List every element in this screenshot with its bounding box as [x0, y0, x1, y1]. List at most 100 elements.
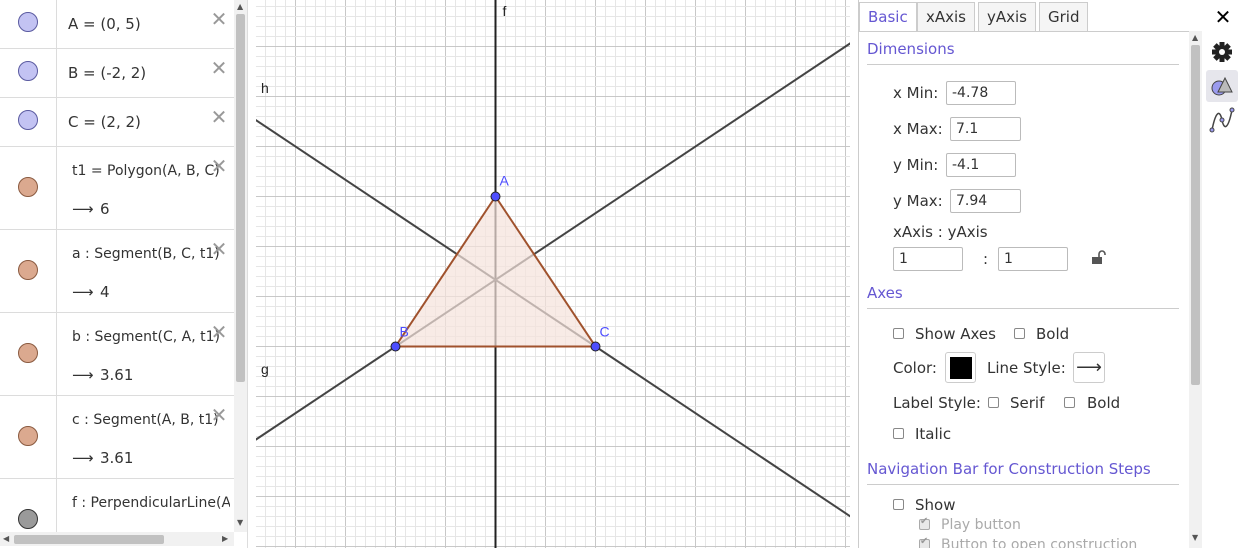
visibility-toggle[interactable]: [0, 0, 57, 48]
divider: [867, 484, 1179, 485]
visibility-toggle[interactable]: [0, 49, 57, 97]
delete-icon[interactable]: ✕: [210, 405, 228, 425]
bold-label-checkbox[interactable]: [1064, 397, 1075, 408]
point-C[interactable]: [590, 341, 601, 352]
color-picker-button[interactable]: [945, 352, 976, 383]
delete-icon[interactable]: ✕: [210, 9, 228, 29]
visibility-toggle[interactable]: [0, 313, 57, 395]
visibility-toggle[interactable]: [0, 147, 57, 229]
scroll-up-icon[interactable]: ▲: [237, 2, 243, 11]
delete-icon[interactable]: ✕: [210, 58, 228, 78]
algebra-item-B[interactable]: B = (-2, 2) ✕: [0, 49, 234, 98]
tab-xaxis[interactable]: xAxis: [917, 2, 975, 31]
algebra-definition[interactable]: b : Segment(C, A, t1): [72, 329, 230, 345]
properties-side-rail: ✕: [1202, 0, 1242, 548]
point-marble-icon[interactable]: [18, 110, 38, 130]
algebra-vertical-scrollbar[interactable]: ▲ ▼: [234, 0, 247, 532]
graphics-view[interactable]: A B C f g h: [256, 0, 850, 548]
algebra-item-b[interactable]: b : Segment(C, A, t1) ⟶ 3.61 ✕: [0, 313, 234, 396]
settings-button[interactable]: [1206, 36, 1238, 68]
tab-basic[interactable]: Basic: [859, 2, 917, 32]
line-label-h[interactable]: h: [261, 80, 269, 96]
unlock-icon[interactable]: [1091, 249, 1107, 265]
open-construction-label: Button to open construction: [941, 537, 1138, 548]
point-marble-icon[interactable]: [18, 61, 38, 81]
scroll-thumb[interactable]: [1191, 45, 1200, 385]
visibility-toggle[interactable]: [0, 396, 57, 478]
graphics-settings-button[interactable]: [1206, 70, 1238, 102]
properties-vertical-scrollbar[interactable]: ▲ ▼: [1189, 31, 1203, 548]
delete-icon[interactable]: ✕: [210, 322, 228, 342]
algebra-definition[interactable]: c : Segment(A, B, t1): [72, 412, 230, 428]
show-axes-checkbox[interactable]: [893, 328, 904, 339]
properties-tabs: Basic xAxis yAxis Grid: [859, 0, 1203, 32]
line-style-label: Line Style:: [987, 359, 1066, 377]
italic-checkbox[interactable]: [893, 428, 904, 439]
algebra-definition[interactable]: B = (-2, 2): [68, 64, 146, 82]
output-arrow-icon: ⟶: [72, 366, 94, 384]
serif-label: Serif: [1010, 394, 1045, 412]
delete-icon[interactable]: ✕: [210, 107, 228, 127]
xmax-input[interactable]: 7.1: [950, 117, 1021, 141]
line-label-f[interactable]: f: [503, 3, 507, 19]
point-label-B[interactable]: B: [400, 324, 409, 340]
point-A[interactable]: [490, 191, 501, 202]
scroll-down-icon[interactable]: ▼: [1192, 533, 1198, 542]
function-curve-icon: [1209, 107, 1235, 133]
scroll-right-icon[interactable]: ▶: [222, 534, 228, 543]
algebra-value: ⟶ 6: [72, 200, 110, 218]
visibility-toggle[interactable]: [0, 230, 57, 312]
close-icon[interactable]: ✕: [1212, 6, 1234, 28]
scroll-up-icon[interactable]: ▲: [1192, 33, 1198, 42]
show-axes-label: Show Axes: [915, 325, 996, 343]
algebra-settings-button[interactable]: [1206, 104, 1238, 136]
algebra-value: ⟶ 4: [72, 283, 110, 301]
scroll-down-icon[interactable]: ▼: [237, 518, 243, 527]
algebra-item-C[interactable]: C = (2, 2) ✕: [0, 98, 234, 147]
segment-marble-icon[interactable]: [18, 426, 38, 446]
tab-grid[interactable]: Grid: [1039, 2, 1089, 31]
line-marble-icon[interactable]: [18, 509, 38, 529]
scroll-thumb[interactable]: [14, 535, 164, 544]
algebra-definition[interactable]: A = (0, 5): [68, 15, 141, 33]
algebra-item-A[interactable]: A = (0, 5) ✕: [0, 0, 234, 49]
point-marble-icon[interactable]: [18, 12, 38, 32]
ymin-input[interactable]: -4.1: [946, 153, 1016, 177]
bold-checkbox[interactable]: [1014, 328, 1025, 339]
delete-icon[interactable]: ✕: [210, 156, 228, 176]
open-construction-checkbox[interactable]: [919, 536, 930, 548]
show-navbar-checkbox[interactable]: [893, 499, 904, 510]
algebra-item-a[interactable]: a : Segment(B, C, t1) ⟶ 4 ✕: [0, 230, 234, 313]
visibility-toggle[interactable]: [0, 98, 57, 146]
serif-checkbox[interactable]: [988, 397, 999, 408]
scroll-left-icon[interactable]: ◀: [3, 534, 9, 543]
point-label-A[interactable]: A: [500, 173, 510, 189]
algebra-item-f[interactable]: f : PerpendicularLine(A: [0, 479, 234, 539]
scroll-thumb[interactable]: [236, 14, 245, 382]
algebra-definition[interactable]: C = (2, 2): [68, 113, 141, 131]
graphics-canvas[interactable]: A B C f g h: [256, 0, 850, 548]
algebra-definition[interactable]: f : PerpendicularLine(A: [72, 495, 230, 511]
algebra-definition[interactable]: a : Segment(B, C, t1): [72, 246, 230, 262]
grid: [256, 0, 850, 548]
output-arrow-icon: ⟶: [72, 449, 94, 467]
point-B[interactable]: [390, 341, 401, 352]
play-button-checkbox[interactable]: [919, 516, 930, 530]
algebra-definition[interactable]: t1 = Polygon(A, B, C): [72, 163, 230, 179]
algebra-item-c[interactable]: c : Segment(A, B, t1) ⟶ 3.61 ✕: [0, 396, 234, 479]
visibility-toggle[interactable]: [0, 479, 57, 539]
line-label-g[interactable]: g: [261, 361, 269, 377]
ymax-input[interactable]: 7.94: [950, 189, 1021, 213]
ratio-y-input[interactable]: 1: [998, 247, 1068, 271]
point-label-C[interactable]: C: [600, 324, 610, 340]
segment-marble-icon[interactable]: [18, 343, 38, 363]
algebra-item-t1[interactable]: t1 = Polygon(A, B, C) ⟶ 6 ✕: [0, 147, 234, 230]
ratio-x-input[interactable]: 1: [893, 247, 963, 271]
xmin-input[interactable]: -4.78: [946, 81, 1016, 105]
delete-icon[interactable]: ✕: [210, 239, 228, 259]
tab-yaxis[interactable]: yAxis: [978, 2, 1036, 31]
segment-marble-icon[interactable]: [18, 260, 38, 280]
line-style-button[interactable]: ⟶: [1073, 352, 1105, 383]
algebra-horizontal-scrollbar[interactable]: ◀ ▶: [0, 532, 234, 546]
polygon-marble-icon[interactable]: [18, 177, 38, 197]
